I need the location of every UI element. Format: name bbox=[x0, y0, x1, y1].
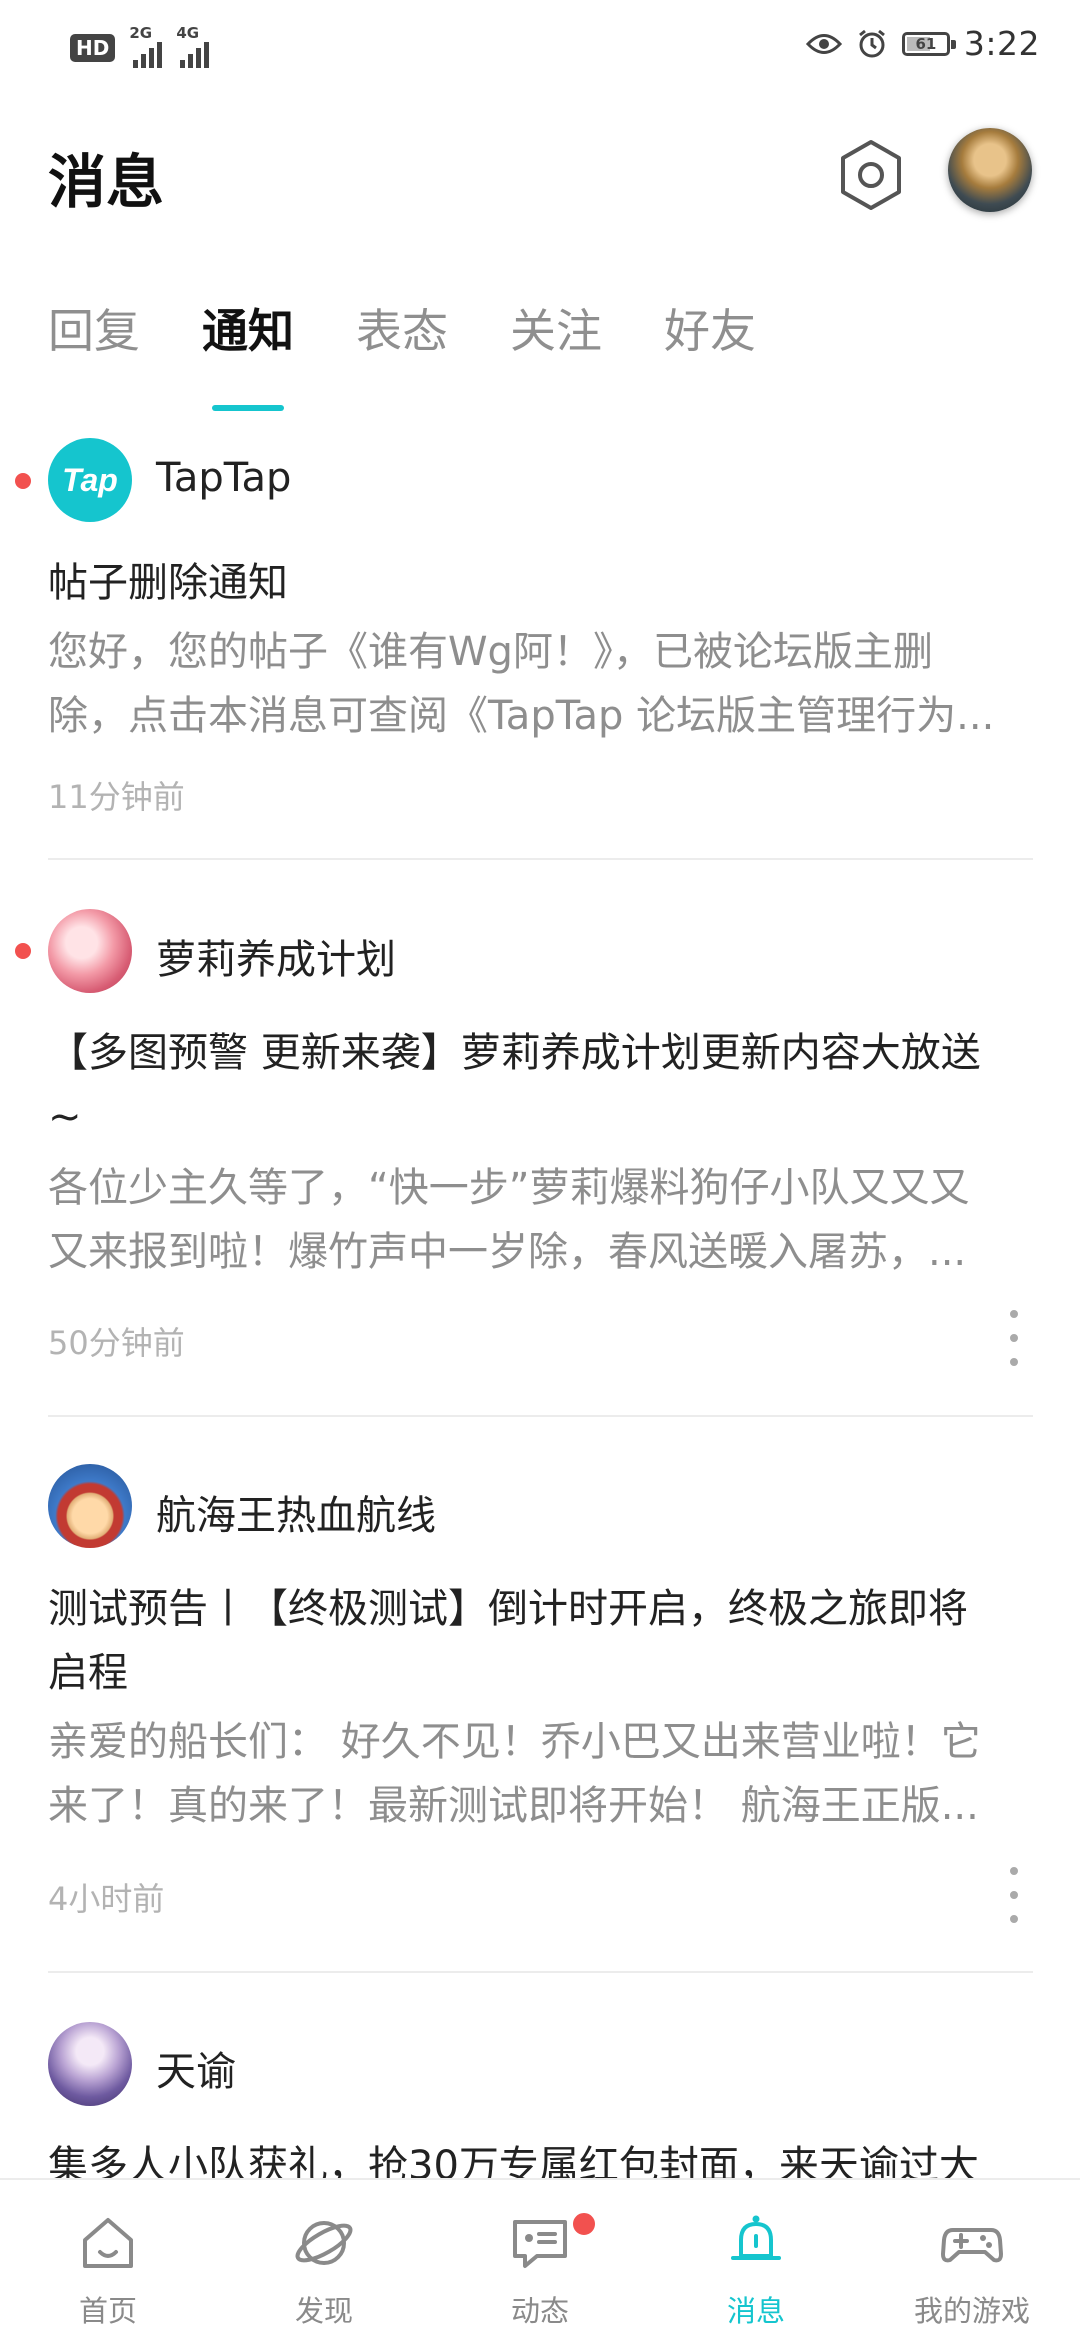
gamepad-icon bbox=[941, 2228, 1003, 2263]
nav-messages[interactable]: 消息 bbox=[648, 2180, 864, 2342]
battery-icon: 61 bbox=[901, 31, 956, 56]
tab-reaction[interactable]: 表态 bbox=[356, 295, 448, 361]
notification-source: 萝莉养成计划 bbox=[156, 937, 396, 983]
more-options-icon[interactable] bbox=[1004, 1310, 1024, 1366]
summary-line: 亲爱的船长们： 好久不见！乔小巴又出来营业啦！它 bbox=[48, 1719, 981, 1765]
bottom-navigation: 首页 发现 动态 消息 我的游戏 bbox=[0, 2178, 1080, 2342]
divider bbox=[48, 858, 1033, 860]
notification-summary: 您好，您的帖子《谁有Wg阿！》，已被论坛版主删 除，点击本消息可查阅《TapTa… bbox=[48, 620, 1038, 748]
notification-source: 天谕 bbox=[156, 2049, 236, 2095]
nav-home-label: 首页 bbox=[78, 2294, 137, 2328]
network-label-1: 2G bbox=[129, 24, 153, 42]
notification-title: 帖子删除通知 bbox=[48, 560, 288, 606]
summary-line: 各位少主久等了，“快一步”萝莉爆料狗仔小队又又又 bbox=[48, 1165, 970, 1211]
nav-feed-label: 动态 bbox=[510, 2294, 569, 2328]
nav-discover[interactable]: 发现 bbox=[216, 2180, 432, 2342]
title-line: 测试预告丨【终极测试】倒计时开启，终极之旅即将 bbox=[48, 1586, 968, 1632]
summary-line: 您好，您的帖子《谁有Wg阿！》，已被论坛版主删 bbox=[48, 629, 933, 675]
tab-reply[interactable]: 回复 bbox=[48, 295, 140, 361]
tab-friends[interactable]: 好友 bbox=[664, 295, 756, 361]
nav-home[interactable]: 首页 bbox=[0, 2180, 216, 2342]
notification-tabs: 回复 通知 表态 关注 好友 bbox=[48, 295, 818, 361]
summary-line: 又来报到啦！爆竹声中一岁除，春风送暖入屠苏，... bbox=[48, 1229, 967, 1275]
nav-feed[interactable]: 动态 bbox=[432, 2180, 648, 2342]
notification-time: 11分钟前 bbox=[48, 778, 185, 816]
nav-messages-label: 消息 bbox=[726, 2294, 785, 2328]
title-line: 【多图预警 更新来袭】萝莉养成计划更新内容大放送 bbox=[48, 1030, 981, 1076]
battery-level: 61 bbox=[915, 34, 937, 53]
hd-badge: HD bbox=[70, 34, 116, 62]
status-bar: HD 2G 4G 61 3:22 bbox=[0, 0, 1080, 92]
status-right: 61 3:22 bbox=[805, 24, 1040, 63]
signal-icon-1: 2G bbox=[129, 24, 163, 68]
bell-icon bbox=[731, 2215, 781, 2260]
signal-icon-2: 4G bbox=[176, 24, 210, 68]
notification-title: 测试预告丨【终极测试】倒计时开启，终极之旅即将 启程 bbox=[48, 1577, 1038, 1705]
divider bbox=[48, 1415, 1033, 1417]
home-icon bbox=[83, 2218, 133, 2268]
notification-source: TapTap bbox=[156, 455, 292, 501]
unread-dot bbox=[15, 473, 31, 489]
notification-time: 4小时前 bbox=[48, 1880, 165, 1918]
taptap-logo-text: Tap bbox=[62, 461, 118, 498]
title-line: ~ bbox=[48, 1094, 82, 1140]
divider bbox=[48, 1971, 1033, 1973]
nav-discover-label: 发现 bbox=[294, 2294, 353, 2328]
notification-badge bbox=[570, 2210, 598, 2238]
settings-gear-icon[interactable] bbox=[833, 137, 909, 213]
game-avatar-tianyu-icon bbox=[48, 2022, 132, 2106]
notification-summary: 各位少主久等了，“快一步”萝莉爆料狗仔小队又又又 又来报到啦！爆竹声中一岁除，春… bbox=[48, 1156, 1038, 1284]
page-title: 消息 bbox=[48, 148, 165, 216]
notification-summary: 亲爱的船长们： 好久不见！乔小巴又出来营业啦！它 来了！真的来了！最新测试即将开… bbox=[48, 1710, 1038, 1838]
nav-my-games[interactable]: 我的游戏 bbox=[864, 2180, 1080, 2342]
more-options-icon[interactable] bbox=[1004, 1867, 1024, 1923]
unread-dot bbox=[15, 943, 31, 959]
user-avatar[interactable] bbox=[948, 128, 1032, 212]
status-left: HD 2G 4G bbox=[70, 24, 210, 68]
nav-my-games-label: 我的游戏 bbox=[913, 2294, 1030, 2328]
chat-icon bbox=[513, 2220, 567, 2268]
taptap-logo-icon: Tap bbox=[48, 438, 132, 522]
alarm-icon bbox=[858, 29, 885, 57]
eye-icon bbox=[805, 33, 842, 54]
notification-title: 【多图预警 更新来袭】萝莉养成计划更新内容大放送 ~ bbox=[48, 1021, 1038, 1149]
title-line: 启程 bbox=[48, 1650, 128, 1696]
game-avatar-loli-icon bbox=[48, 909, 132, 993]
tab-follow[interactable]: 关注 bbox=[510, 295, 602, 361]
tab-notice[interactable]: 通知 bbox=[202, 295, 294, 361]
planet-icon bbox=[295, 2221, 353, 2265]
network-label-2: 4G bbox=[176, 24, 200, 42]
summary-line: 除，点击本消息可查阅《TapTap 论坛版主管理行为... bbox=[48, 693, 995, 739]
summary-line: 来了！真的来了！最新测试即将开始！ 航海王正版... bbox=[48, 1783, 979, 1829]
notification-source: 航海王热血航线 bbox=[156, 1493, 436, 1539]
notification-time: 50分钟前 bbox=[48, 1324, 185, 1362]
clock: 3:22 bbox=[963, 24, 1040, 63]
game-avatar-onepiece-icon bbox=[48, 1464, 132, 1548]
